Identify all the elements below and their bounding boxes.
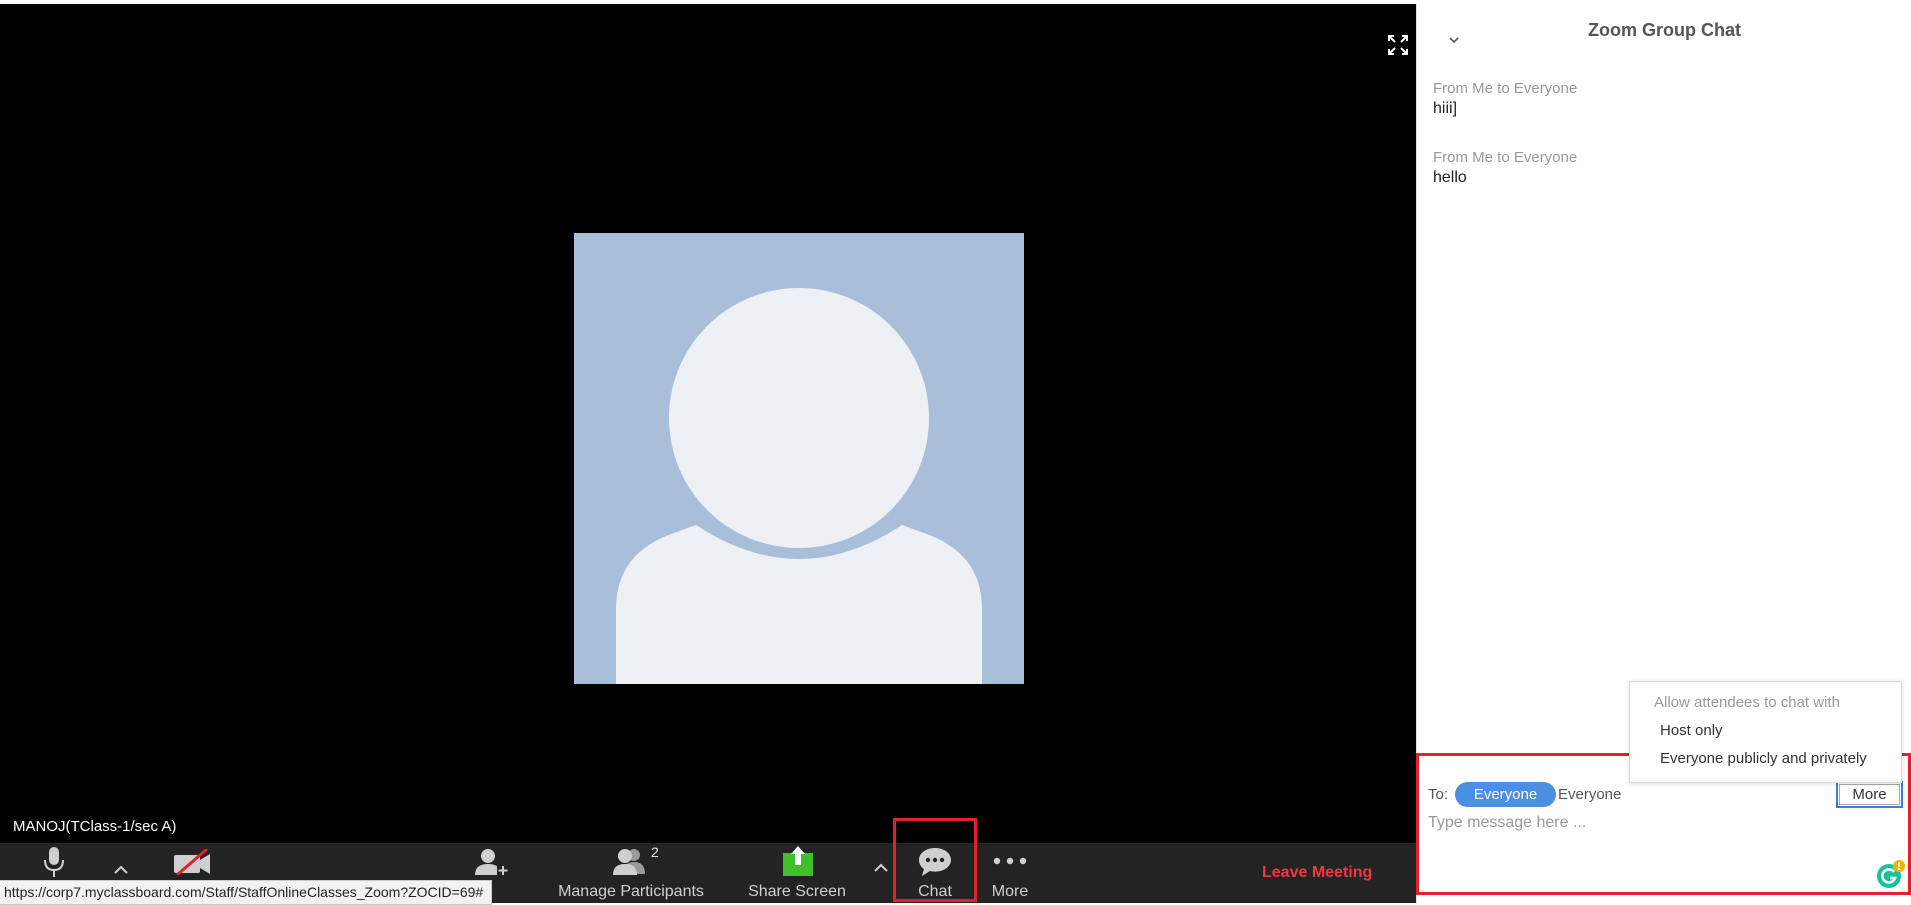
share-screen-label: Share Screen: [748, 883, 846, 900]
more-dots-icon: [993, 857, 1027, 865]
message-input[interactable]: [1428, 814, 1888, 874]
status-bar-url: https://corp7.myclassboard.com/Staff/Sta…: [0, 880, 493, 905]
chat-more-button[interactable]: More: [1836, 781, 1903, 808]
leave-meeting-button[interactable]: Leave Meeting: [1262, 864, 1372, 882]
fullscreen-icon[interactable]: [1387, 34, 1409, 56]
video-off-icon: [174, 849, 210, 875]
to-label: To:: [1428, 786, 1449, 803]
chevron-up-icon[interactable]: [873, 863, 889, 873]
manage-participants-label: Manage Participants: [558, 883, 704, 900]
message-text: hiii]: [1433, 100, 1458, 117]
chat-message: From Me to Everyone hiii]: [1433, 80, 1577, 118]
grammarly-icon[interactable]: [1875, 860, 1905, 890]
share-screen-icon: [783, 846, 813, 876]
chat-permissions-menu: Allow attendees to chat with Host only E…: [1629, 681, 1902, 783]
chat-button-highlight: [893, 818, 977, 902]
menu-item-everyone[interactable]: Everyone publicly and privately: [1660, 750, 1867, 767]
video-area: MANOJ(TClass-1/sec A): [0, 4, 1416, 843]
more-label: More: [991, 883, 1029, 900]
avatar: [574, 233, 1024, 684]
add-user-icon: [475, 849, 509, 876]
recipient-value: Everyone: [1558, 786, 1622, 803]
message-sender: From Me to Everyone: [1433, 149, 1578, 166]
menu-header: Allow attendees to chat with: [1654, 694, 1840, 711]
chat-message: From Me to Everyone hello: [1433, 149, 1577, 187]
participants-icon: [613, 849, 645, 875]
share-screen-button[interactable]: Share Screen: [747, 843, 847, 903]
manage-participants-button[interactable]: 2 Manage Participants: [558, 843, 704, 903]
participants-count-badge: 2: [651, 844, 659, 860]
recipient-select[interactable]: Everyone: [1455, 782, 1556, 807]
menu-item-host-only[interactable]: Host only: [1660, 722, 1723, 739]
more-button[interactable]: More: [990, 843, 1030, 903]
chat-title: Zoom Group Chat: [1588, 20, 1741, 40]
microphone-icon: [44, 847, 64, 877]
user-silhouette-icon: [616, 288, 982, 684]
chat-more-label: More: [1839, 784, 1900, 805]
message-text: hello: [1433, 169, 1467, 186]
message-sender: From Me to Everyone: [1433, 80, 1578, 97]
participant-name: MANOJ(TClass-1/sec A): [13, 818, 177, 835]
chevron-up-icon[interactable]: [113, 865, 129, 875]
